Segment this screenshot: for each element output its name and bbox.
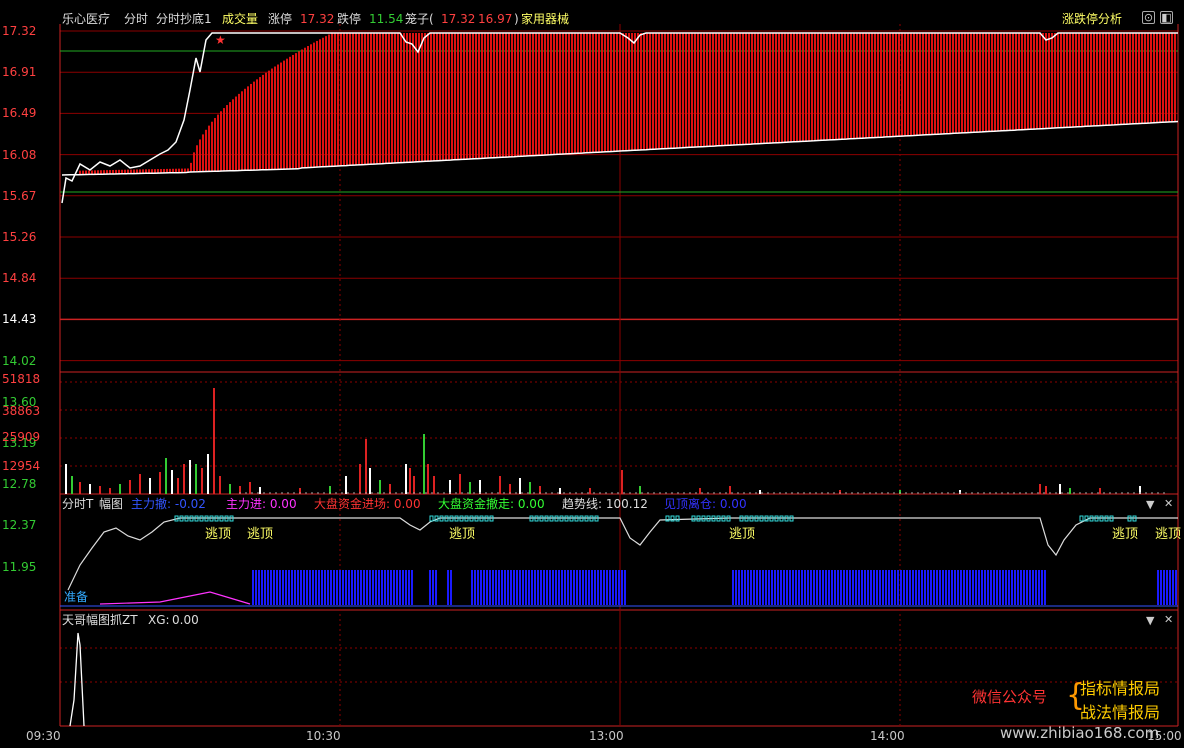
- price-axis-label: 12.78: [2, 477, 37, 492]
- sub1-indicator-item: 趋势线: 100.12: [562, 497, 648, 511]
- escape-top-label: 逃顶: [247, 527, 273, 542]
- price-axis-label: 11.95: [2, 559, 37, 574]
- sub2-title: 天哥幅图抓ZT: [62, 613, 138, 627]
- cage-label: 笼子(: [405, 12, 434, 26]
- price-axis-label: 14.84: [2, 271, 37, 286]
- sub1-subtitle: 幅图: [99, 497, 124, 511]
- sub2-dropdown-icon[interactable]: ▼: [1146, 614, 1154, 627]
- stock-name: 乐心医疗: [62, 12, 111, 26]
- settings-icon[interactable]: ⊙: [1142, 11, 1155, 24]
- ready-label: 准备: [64, 590, 88, 604]
- sub2-xg-value: 0.00: [172, 613, 199, 627]
- limit-star: ★: [215, 33, 226, 47]
- time-label-1300: 13:00: [589, 729, 624, 743]
- watermark-url: www.zhibiao168.com: [1000, 724, 1160, 742]
- price-axis-label: 14.43: [2, 312, 37, 327]
- sub1-signal-marker: [675, 515, 680, 522]
- mode-tab[interactable]: 分时: [124, 12, 148, 26]
- volume-axis-label: 12954: [2, 459, 41, 473]
- price-axis-label: 12.37: [2, 518, 37, 533]
- volume-axis-label: 51818: [2, 372, 41, 386]
- indicator-name[interactable]: 分时抄底1: [156, 12, 212, 26]
- analysis-button[interactable]: 涨跌停分析: [1062, 12, 1122, 26]
- escape-top-label: 逃顶: [1155, 527, 1181, 542]
- limit-down-label: 跌停: [337, 12, 362, 26]
- cage-close: ): [514, 12, 519, 26]
- cage-high: 17.32: [441, 12, 476, 26]
- time-label-0930: 09:30: [26, 729, 61, 743]
- sub1-indicator-item: 主力撤: -0.02: [131, 497, 206, 511]
- sub1-signal-marker: [434, 515, 439, 522]
- watermark-brand2: 战法情报局: [1080, 703, 1161, 722]
- price-axis-label: 16.49: [2, 106, 37, 121]
- escape-top-label: 逃顶: [729, 527, 755, 542]
- sub2-xg-line: [69, 632, 85, 727]
- sector-label[interactable]: 家用器械: [521, 12, 569, 26]
- price-axis-label: 17.32: [2, 24, 37, 38]
- escape-top-label: 逃顶: [449, 527, 475, 542]
- sub2-close-icon[interactable]: ✕: [1164, 613, 1173, 626]
- sub1-indicator-item: 大盘资金撤走: 0.00: [438, 497, 545, 511]
- sub1-close-icon[interactable]: ✕: [1164, 497, 1173, 510]
- price-axis-label: 16.91: [2, 65, 37, 80]
- sub2-xg-label: XG:: [148, 613, 170, 627]
- chart-canvas[interactable]: ★ 逃顶 逃顶 逃顶 逃顶 逃顶 逃顶准备: [0, 0, 1184, 748]
- watermark-wechat: 微信公众号: [972, 688, 1048, 706]
- sub1-signal-marker: [1079, 515, 1084, 522]
- sub1-signal-marker: [670, 515, 675, 522]
- limit-down-value: 11.54: [369, 12, 404, 26]
- limit-up-value: 17.32: [300, 12, 335, 26]
- limit-up-label: 涨停: [268, 12, 293, 26]
- watermark-brand1: 指标情报局: [1080, 679, 1161, 698]
- time-label-1400: 14:00: [870, 729, 905, 743]
- sub1-signal-marker: [429, 515, 434, 522]
- volume-axis-label: 38863: [2, 404, 41, 418]
- sub1-main-inflow-line: [99, 591, 251, 605]
- sub1-indicator-item: 见顶离仓: 0.00: [664, 497, 747, 511]
- escape-top-label: 逃顶: [1112, 527, 1138, 542]
- cage-low: 16.97: [478, 12, 513, 26]
- price-axis-label: 14.02: [2, 353, 37, 368]
- sub1-indicator-item: 大盘资金进场: 0.00: [314, 497, 421, 511]
- maximize-icon[interactable]: ◧: [1160, 11, 1173, 24]
- sub1-indicator-item: 主力进: 0.00: [226, 497, 297, 511]
- sub1-title: 分时T: [62, 497, 94, 511]
- volume-axis-label: 25909: [2, 430, 41, 444]
- escape-top-label: 逃顶: [205, 527, 231, 542]
- volume-label: 成交量: [222, 12, 259, 26]
- price-axis-label: 15.26: [2, 230, 37, 244]
- price-axis-label: 16.08: [2, 147, 37, 162]
- time-label-1030: 10:30: [306, 729, 341, 743]
- price-axis-label: 15.67: [2, 188, 37, 203]
- sub1-dropdown-icon[interactable]: ▼: [1146, 498, 1154, 511]
